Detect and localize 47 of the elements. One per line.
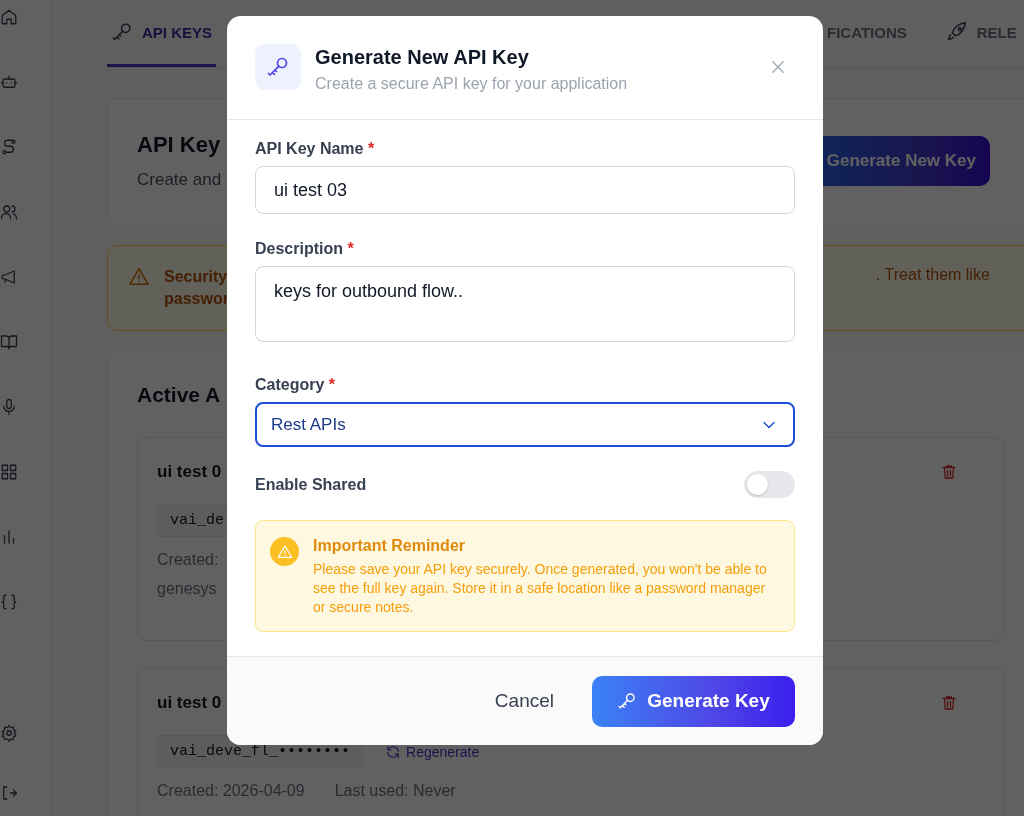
book-icon[interactable]	[0, 333, 18, 351]
key-meta: Created:	[157, 551, 219, 569]
warning-icon	[270, 537, 299, 566]
key-name: ui test 0	[157, 462, 222, 482]
field-label: Category *	[255, 376, 337, 394]
refresh-icon	[385, 743, 402, 760]
route-icon[interactable]	[0, 138, 18, 156]
braces-icon[interactable]	[0, 593, 18, 611]
cancel-button[interactable]: Cancel	[488, 689, 560, 713]
dialog-subtitle: Create a secure API key for your application	[315, 75, 629, 93]
users-icon[interactable]	[0, 203, 18, 221]
toggle-switch[interactable]	[744, 471, 795, 498]
logout-icon[interactable]	[0, 784, 18, 802]
key-meta: Last used: Never	[334, 782, 456, 800]
key-name: ui test 0	[157, 693, 222, 713]
field-label: Description *	[255, 240, 355, 258]
reminder-title: Important Reminder	[313, 537, 466, 555]
name-input[interactable]: ui test 03	[255, 166, 795, 214]
reminder-text: Please save your API key securely. Once generated, you won't be able to see the full key again. Store it in a safe location like a password manager or secure notes.	[313, 560, 768, 617]
page-subtitle: Create and	[137, 170, 222, 190]
field-label: Enable Shared	[255, 475, 367, 494]
settings-icon[interactable]	[0, 724, 18, 742]
trash-icon[interactable]	[940, 694, 958, 712]
dialog-title: Generate New API Key	[315, 46, 530, 69]
robot-icon[interactable]	[0, 73, 18, 91]
key-meta: genesys	[157, 580, 217, 598]
page-title: API Key	[137, 132, 222, 158]
home-icon[interactable]	[0, 8, 18, 26]
grid-icon[interactable]	[0, 463, 18, 481]
generate-key-button[interactable]: Generate Key	[592, 675, 795, 727]
rocket-icon	[945, 21, 968, 43]
trash-icon[interactable]	[940, 463, 958, 481]
field-label: API Key Name *	[255, 140, 376, 158]
description-input[interactable]: keys for outbound flow..	[255, 266, 795, 342]
microphone-icon[interactable]	[0, 398, 18, 416]
close-icon[interactable]	[769, 58, 787, 76]
section-title: Active A	[137, 383, 221, 407]
notice-text: . Treat them like	[876, 266, 990, 284]
key-icon	[617, 691, 638, 711]
key-icon	[266, 55, 290, 79]
notice-text: passwor	[164, 289, 226, 309]
category-select[interactable]: Rest APIs	[255, 402, 795, 447]
megaphone-icon[interactable]	[0, 268, 18, 286]
key-meta: Created: 2026-04-09	[157, 782, 305, 800]
warning-icon	[128, 266, 150, 288]
key-icon	[111, 21, 133, 43]
notice-text: Security	[164, 267, 226, 287]
